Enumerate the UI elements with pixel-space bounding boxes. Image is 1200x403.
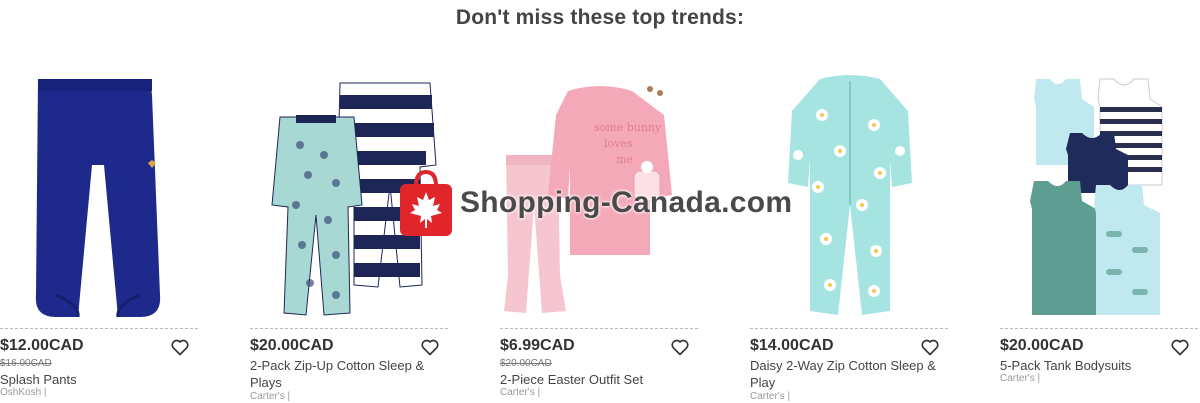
- product-name[interactable]: 5-Pack Tank Bodysuits: [1000, 357, 1200, 374]
- product-card[interactable]: $20.00CAD 2-Pack Zip-Up Cotton Sleep & P…: [250, 55, 448, 403]
- heart-outline-icon[interactable]: [920, 337, 940, 357]
- heart-outline-icon[interactable]: [170, 337, 190, 357]
- product-card[interactable]: some bunny loves me $6.99CAD $20.00CAD 2…: [500, 55, 698, 403]
- svg-text:some bunny: some bunny: [594, 121, 662, 134]
- divider: [750, 328, 948, 329]
- svg-text:loves: loves: [604, 137, 633, 150]
- heart-outline-icon[interactable]: [670, 337, 690, 357]
- divider: [0, 328, 198, 329]
- product-carousel: $12.00CAD $16.00CAD Splash Pants OshKosh…: [0, 55, 1200, 403]
- product-price: $20.00CAD: [250, 337, 334, 354]
- product-image[interactable]: some bunny loves me: [500, 55, 698, 325]
- divider: [250, 328, 448, 329]
- product-image[interactable]: [750, 55, 948, 325]
- divider: [1000, 328, 1198, 329]
- product-card[interactable]: $20.00CAD 5-Pack Tank Bodysuits Carter's…: [1000, 55, 1198, 403]
- product-image[interactable]: [1000, 55, 1198, 325]
- section-heading: Don't miss these top trends:: [455, 6, 745, 29]
- product-name[interactable]: Daisy 2-Way Zip Cotton Sleep & Play: [750, 357, 950, 391]
- product-card[interactable]: $12.00CAD $16.00CAD Splash Pants OshKosh…: [0, 55, 198, 403]
- original-price: $16.00CAD: [0, 358, 52, 369]
- svg-text:me: me: [616, 153, 633, 166]
- product-brand[interactable]: Carter's |: [1000, 373, 1040, 384]
- original-price: $20.00CAD: [500, 358, 552, 369]
- heart-outline-icon[interactable]: [1170, 337, 1190, 357]
- product-name[interactable]: 2-Pack Zip-Up Cotton Sleep & Plays: [250, 357, 450, 391]
- product-card[interactable]: $14.00CAD Daisy 2-Way Zip Cotton Sleep &…: [750, 55, 948, 403]
- product-price: $20.00CAD: [1000, 337, 1084, 354]
- product-name[interactable]: 2-Piece Easter Outfit Set: [500, 371, 700, 388]
- product-brand[interactable]: Carter's |: [250, 391, 290, 402]
- product-brand[interactable]: OshKosh |: [0, 387, 47, 398]
- divider: [500, 328, 698, 329]
- product-brand[interactable]: Carter's |: [750, 391, 790, 402]
- product-price: $14.00CAD: [750, 337, 834, 354]
- product-image[interactable]: [250, 55, 448, 325]
- product-price: $6.99CAD: [500, 337, 575, 354]
- product-image[interactable]: [0, 55, 198, 325]
- product-brand[interactable]: Carter's |: [500, 387, 540, 398]
- product-price: $12.00CAD: [0, 337, 84, 354]
- product-name[interactable]: Splash Pants: [0, 371, 200, 388]
- heart-outline-icon[interactable]: [420, 337, 440, 357]
